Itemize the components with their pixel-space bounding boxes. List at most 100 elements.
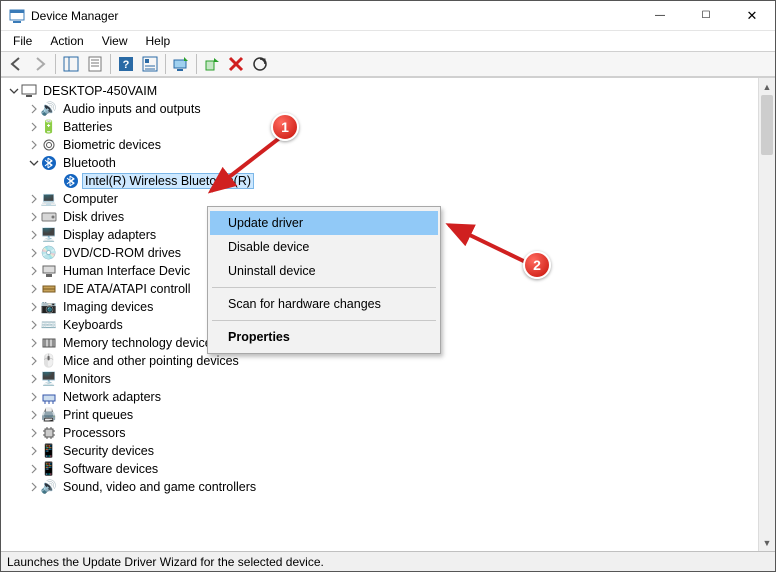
ctx-separator (212, 287, 436, 288)
tree-item-mice[interactable]: 🖱️Mice and other pointing devices (5, 352, 758, 370)
nav-forward-button[interactable] (29, 53, 51, 75)
computer-icon: 💻 (41, 191, 57, 207)
camera-icon: 📷 (41, 299, 57, 315)
toolbar-separator (165, 54, 166, 74)
speaker-icon: 🔊 (41, 101, 57, 117)
chevron-right-icon[interactable] (27, 138, 41, 152)
toolbar-separator (196, 54, 197, 74)
scroll-down-button[interactable]: ▼ (759, 534, 775, 551)
tree-item-bluetooth-child[interactable]: Intel(R) Wireless Bluetooth(R) (5, 172, 758, 190)
tree-item-biometric[interactable]: Biometric devices (5, 136, 758, 154)
window-title: Device Manager (31, 9, 118, 23)
chevron-right-icon[interactable] (27, 372, 41, 386)
context-menu: Update driver Disable device Uninstall d… (207, 206, 441, 354)
memory-icon (41, 335, 57, 351)
scroll-up-button[interactable]: ▲ (759, 78, 775, 95)
battery-icon: 🔋 (41, 119, 57, 135)
nav-back-button[interactable] (5, 53, 27, 75)
properties-button[interactable] (84, 53, 106, 75)
network-icon (41, 389, 57, 405)
tree-item-network[interactable]: Network adapters (5, 388, 758, 406)
fingerprint-icon (41, 137, 57, 153)
speaker-icon: 🔊 (41, 479, 57, 495)
uninstall-device-button[interactable] (225, 53, 247, 75)
enable-device-button[interactable] (201, 53, 223, 75)
minimize-button[interactable]: — (637, 1, 683, 31)
maximize-button[interactable]: ☐ (683, 1, 729, 31)
chevron-right-icon[interactable] (27, 210, 41, 224)
display-icon: 🖥️ (41, 227, 57, 243)
chevron-right-icon[interactable] (27, 264, 41, 278)
tree-item-print[interactable]: 🖨️Print queues (5, 406, 758, 424)
phone-icon: 📱 (41, 461, 57, 477)
ctx-disable-device[interactable]: Disable device (210, 235, 438, 259)
chevron-right-icon[interactable] (27, 480, 41, 494)
chevron-down-icon[interactable] (27, 156, 41, 170)
tree-item-sound[interactable]: 🔊Sound, video and game controllers (5, 478, 758, 496)
scroll-thumb[interactable] (761, 95, 773, 155)
help-button[interactable]: ? (115, 53, 137, 75)
action-list-button[interactable] (139, 53, 161, 75)
chevron-right-icon[interactable] (27, 462, 41, 476)
show-hide-tree-button[interactable] (60, 53, 82, 75)
ctx-separator (212, 320, 436, 321)
svg-text:?: ? (123, 59, 130, 71)
status-text: Launches the Update Driver Wizard for th… (7, 555, 324, 569)
keyboard-icon: ⌨️ (41, 317, 57, 333)
tree-item-security[interactable]: 📱Security devices (5, 442, 758, 460)
scan-hardware-button[interactable] (249, 53, 271, 75)
chevron-right-icon[interactable] (27, 390, 41, 404)
chevron-right-icon[interactable] (27, 354, 41, 368)
toolbar-separator (110, 54, 111, 74)
toolbar-separator (55, 54, 56, 74)
update-driver-button[interactable] (170, 53, 192, 75)
chevron-right-icon[interactable] (27, 246, 41, 260)
annotation-badge-2: 2 (523, 251, 551, 279)
menu-view[interactable]: View (94, 32, 136, 50)
tree-item-batteries[interactable]: 🔋Batteries (5, 118, 758, 136)
chevron-right-icon[interactable] (27, 120, 41, 134)
menu-file[interactable]: File (5, 32, 40, 50)
chevron-right-icon[interactable] (27, 300, 41, 314)
chevron-right-icon[interactable] (27, 282, 41, 296)
controller-icon (41, 281, 57, 297)
toolbar: ? (1, 51, 775, 77)
scroll-track[interactable] (759, 95, 775, 534)
chevron-right-icon[interactable] (27, 192, 41, 206)
ctx-update-driver[interactable]: Update driver (210, 211, 438, 235)
chevron-right-icon[interactable] (27, 336, 41, 350)
tree-item-audio[interactable]: 🔊Audio inputs and outputs (5, 100, 758, 118)
window-controls: — ☐ ✕ (637, 1, 775, 31)
tree-root[interactable]: DESKTOP-450VAIM (5, 82, 758, 100)
menu-action[interactable]: Action (42, 32, 91, 50)
disk-icon (41, 209, 57, 225)
chevron-right-icon[interactable] (27, 408, 41, 422)
annotation-badge-1: 1 (271, 113, 299, 141)
printer-icon: 🖨️ (41, 407, 57, 423)
close-button[interactable]: ✕ (729, 1, 775, 31)
cpu-icon (41, 425, 57, 441)
ctx-scan-hardware[interactable]: Scan for hardware changes (210, 292, 438, 316)
chevron-right-icon[interactable] (27, 318, 41, 332)
status-bar: Launches the Update Driver Wizard for th… (1, 551, 775, 571)
tree-item-monitors[interactable]: 🖥️Monitors (5, 370, 758, 388)
vertical-scrollbar[interactable]: ▲ ▼ (758, 78, 775, 551)
phone-icon: 📱 (41, 443, 57, 459)
ctx-properties[interactable]: Properties (210, 325, 438, 349)
chevron-right-icon[interactable] (27, 444, 41, 458)
root-label: DESKTOP-450VAIM (41, 84, 159, 98)
titlebar: Device Manager — ☐ ✕ (1, 1, 775, 31)
hid-icon (41, 263, 57, 279)
bluetooth-icon (41, 155, 57, 171)
tree-item-processors[interactable]: Processors (5, 424, 758, 442)
chevron-right-icon[interactable] (27, 426, 41, 440)
tree-item-bluetooth[interactable]: Bluetooth (5, 154, 758, 172)
menu-help[interactable]: Help (138, 32, 179, 50)
chevron-right-icon[interactable] (27, 102, 41, 116)
tree-item-software[interactable]: 📱Software devices (5, 460, 758, 478)
chevron-down-icon[interactable] (7, 84, 21, 98)
chevron-right-icon[interactable] (27, 228, 41, 242)
computer-icon (21, 83, 37, 99)
mouse-icon: 🖱️ (41, 353, 57, 369)
ctx-uninstall-device[interactable]: Uninstall device (210, 259, 438, 283)
